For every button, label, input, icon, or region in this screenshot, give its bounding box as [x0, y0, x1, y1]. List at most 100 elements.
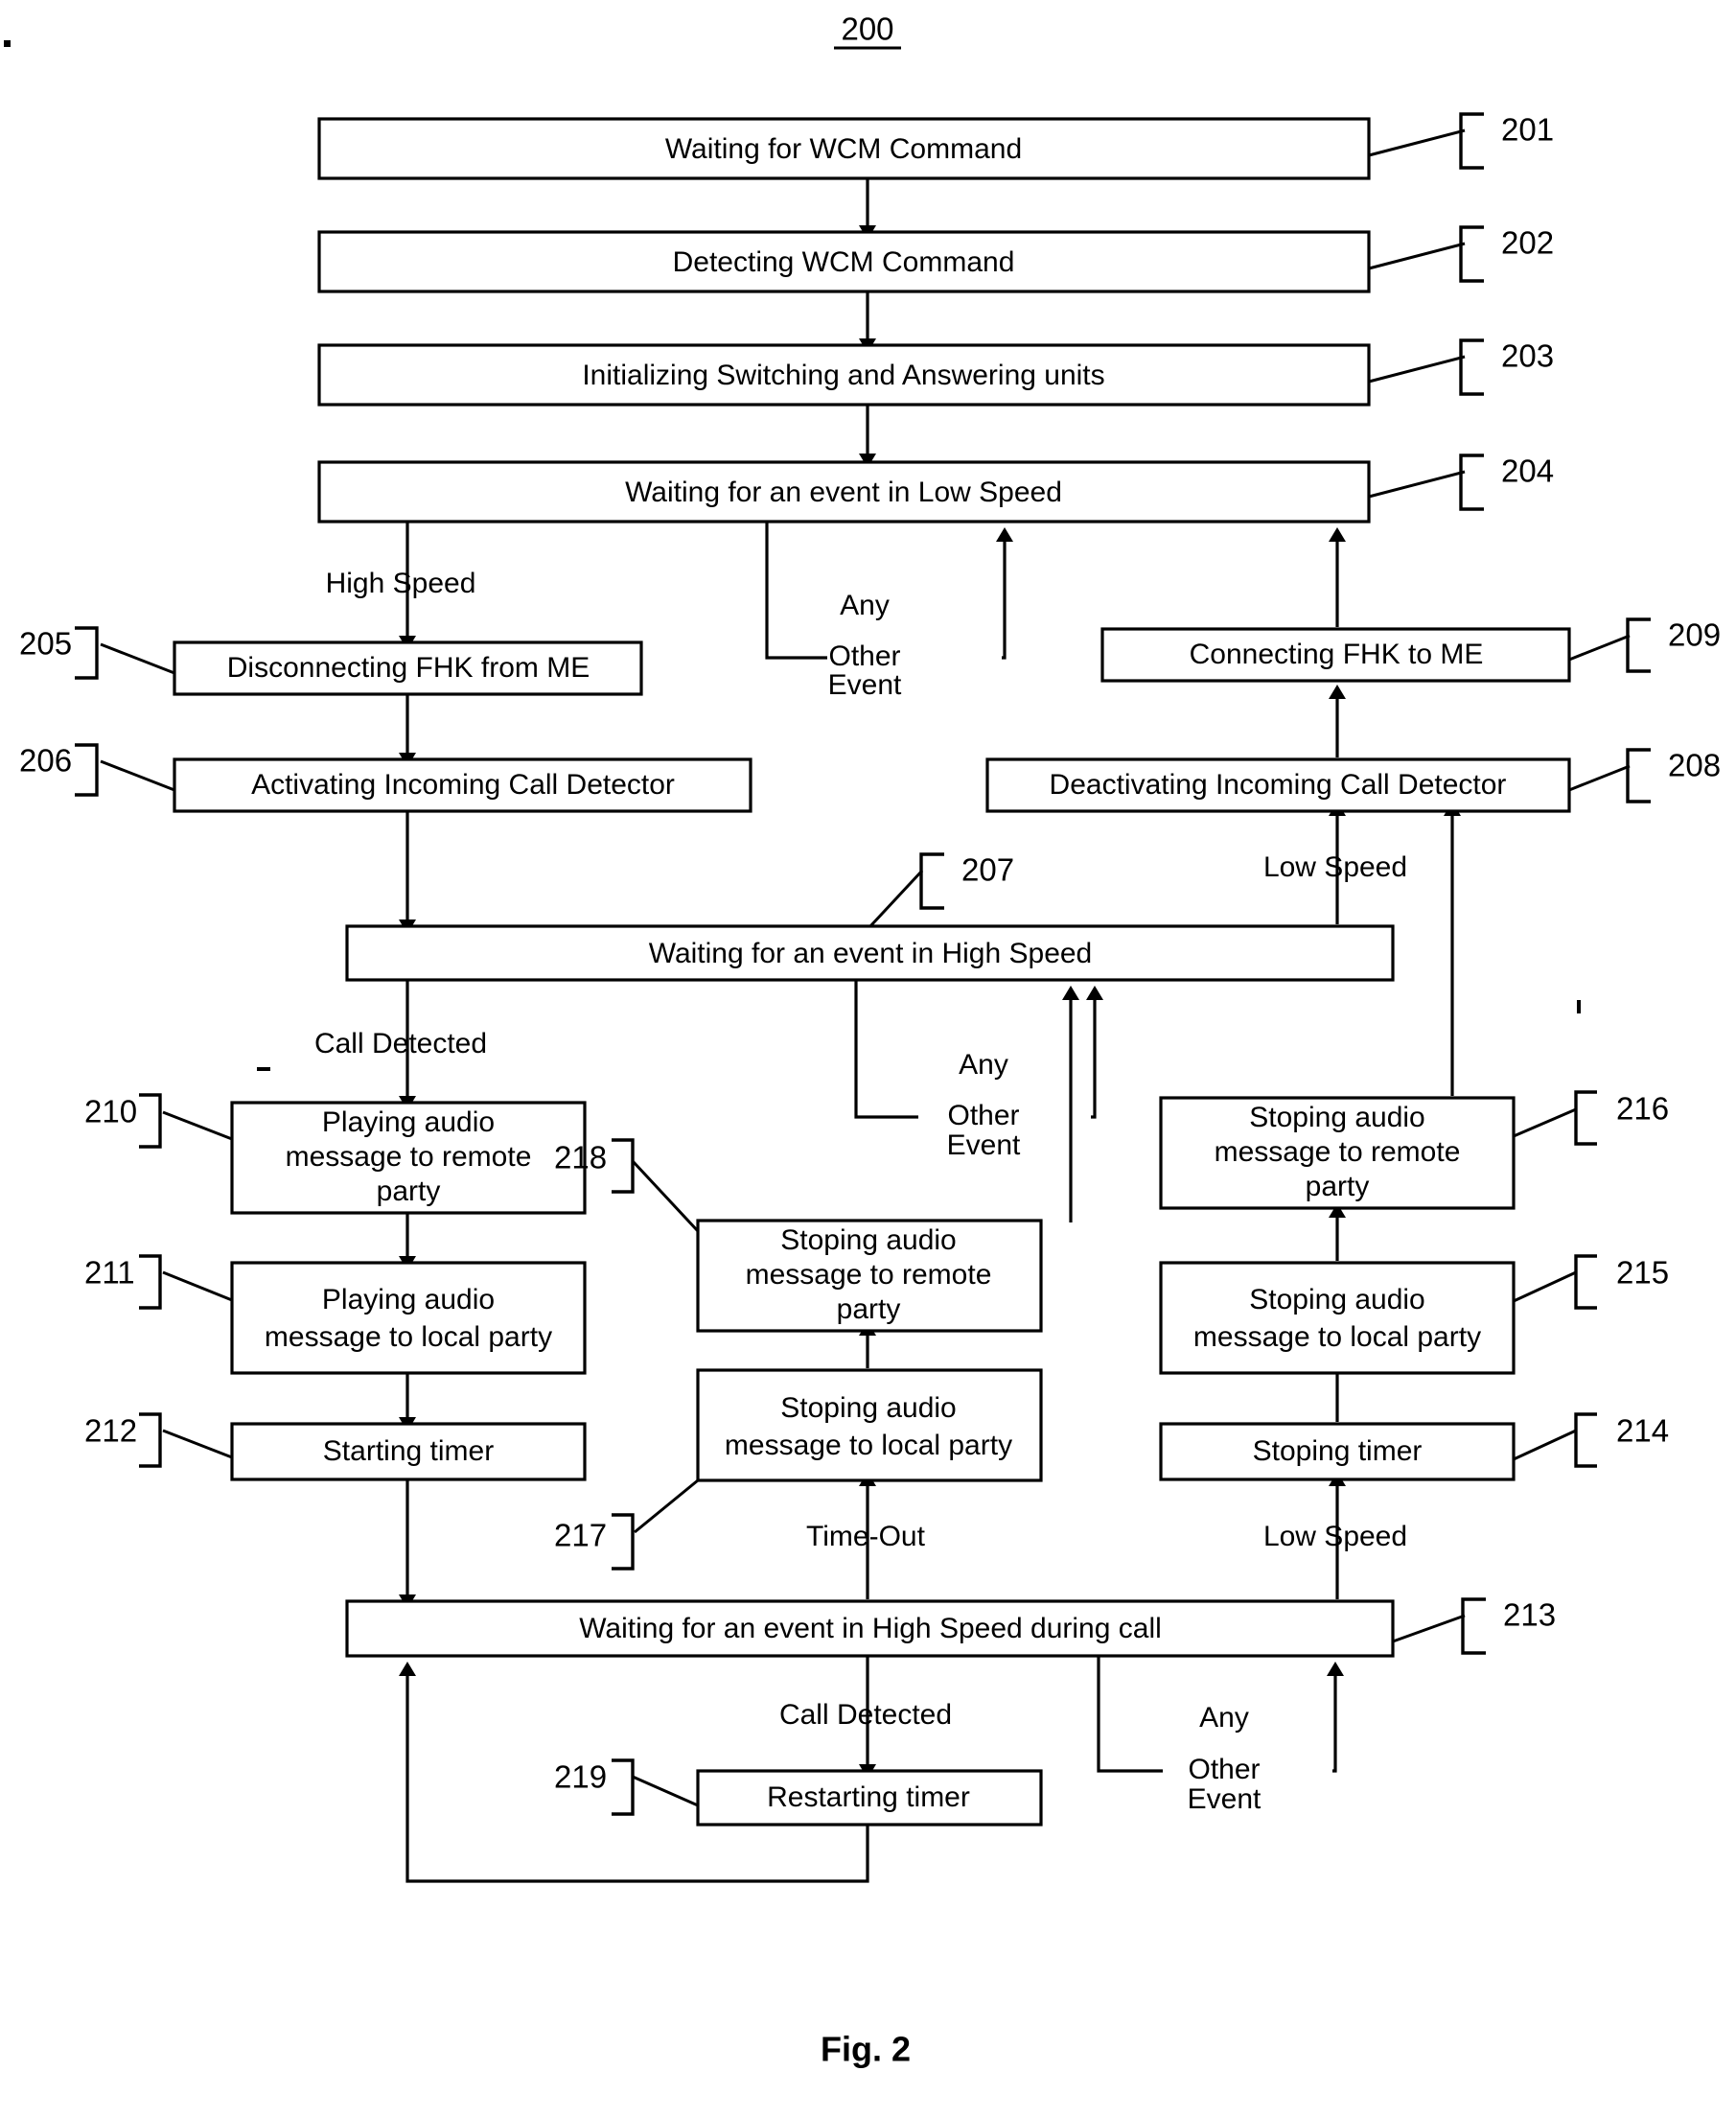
- node-211-box[interactable]: [230, 1261, 587, 1375]
- any-other-event-204-line1: Any: [840, 590, 890, 621]
- node-204-ref: 204: [1501, 454, 1554, 489]
- node-210-label-line2: message to remote: [286, 1141, 532, 1173]
- node-214[interactable]: Stoping timer 214: [1159, 1412, 1669, 1481]
- node-219-leader: [632, 1775, 699, 1807]
- node-213-ref: 213: [1503, 1597, 1556, 1633]
- node-207-leader: [868, 869, 924, 928]
- node-214-label: Stoping timer: [1253, 1435, 1423, 1467]
- node-201-ref: 201: [1501, 112, 1554, 148]
- node-217-leader: [634, 1478, 699, 1534]
- edge-207-loop-down: [854, 980, 918, 1119]
- node-218[interactable]: Stoping audio message to remote party 21…: [554, 1138, 1043, 1333]
- node-210-label-line3: party: [377, 1175, 441, 1207]
- node-202[interactable]: Detecting WCM Command 202: [317, 225, 1554, 293]
- node-215-leader: [1513, 1270, 1577, 1303]
- node-216-label-line2: message to remote: [1215, 1136, 1461, 1168]
- edge-label-call-detected-top: Call Detected: [314, 1028, 487, 1059]
- node-205-leader: [100, 642, 175, 675]
- node-203[interactable]: Initializing Switching and Answering uni…: [317, 338, 1554, 407]
- node-203-leader: [1368, 355, 1466, 384]
- edge-label-call-detected-bottom: Call Detected: [779, 1699, 952, 1731]
- node-209-leader: [1568, 634, 1631, 662]
- node-216-bracket: [1574, 1090, 1597, 1146]
- edge-204-loop-down: [765, 522, 827, 660]
- node-216-label-line1: Stoping audio: [1249, 1102, 1425, 1133]
- node-210-ref: 210: [84, 1094, 137, 1129]
- node-215-bracket: [1574, 1254, 1597, 1310]
- node-213-bracket: [1461, 1597, 1486, 1655]
- node-214-bracket: [1574, 1412, 1597, 1468]
- node-217-bracket: [612, 1513, 635, 1571]
- node-218-label-line2: message to remote: [746, 1259, 992, 1291]
- node-214-ref: 214: [1616, 1413, 1669, 1449]
- node-211-label-line1: Playing audio: [322, 1284, 495, 1315]
- node-212[interactable]: Starting timer 212: [84, 1412, 587, 1481]
- any-other-event-204-line2: Other: [828, 640, 900, 672]
- figure-number-text: 200: [841, 12, 893, 47]
- node-206[interactable]: Activating Incoming Call Detector 206: [19, 743, 752, 813]
- node-202-label: Detecting WCM Command: [673, 246, 1015, 278]
- node-213-label: Waiting for an event in High Speed durin…: [579, 1613, 1162, 1644]
- node-207-ref: 207: [961, 852, 1014, 888]
- node-204-label: Waiting for an event in Low Speed: [625, 477, 1062, 508]
- node-216-ref: 216: [1616, 1091, 1669, 1127]
- node-217-box[interactable]: [696, 1368, 1043, 1482]
- node-210-bracket: [139, 1093, 162, 1149]
- edge-label-any-other-event-207: Any Other Event: [947, 1049, 1021, 1161]
- node-211-label-line2: message to local party: [265, 1321, 552, 1353]
- node-215-label-line1: Stoping audio: [1249, 1284, 1425, 1315]
- node-210-label-line1: Playing audio: [322, 1106, 495, 1138]
- scan-artifacts: [4, 40, 1581, 1071]
- any-other-event-213-line3: Event: [1188, 1783, 1261, 1815]
- node-218-leader: [631, 1159, 700, 1233]
- node-209[interactable]: Connecting FHK to ME 209: [1100, 617, 1721, 683]
- node-214-leader: [1513, 1429, 1577, 1461]
- node-213[interactable]: Waiting for an event in High Speed durin…: [345, 1597, 1556, 1658]
- node-203-label: Initializing Switching and Answering uni…: [582, 360, 1104, 391]
- node-210-leader: [162, 1110, 233, 1141]
- node-218-label-line1: Stoping audio: [780, 1224, 957, 1256]
- node-216[interactable]: Stoping audio message to remote party 21…: [1159, 1090, 1669, 1210]
- node-208[interactable]: Deactivating Incoming Call Detector 208: [985, 748, 1721, 813]
- node-216-label-line3: party: [1306, 1171, 1370, 1202]
- node-212-ref: 212: [84, 1413, 137, 1449]
- node-215-box[interactable]: [1159, 1261, 1516, 1375]
- node-211[interactable]: Playing audio message to local party 211: [84, 1254, 587, 1375]
- node-204-bracket: [1459, 454, 1484, 511]
- edge-213-loop-down: [1097, 1656, 1163, 1773]
- node-211-ref: 211: [84, 1255, 135, 1291]
- node-215[interactable]: Stoping audio message to local party 215: [1159, 1254, 1669, 1375]
- node-207[interactable]: Waiting for an event in High Speed 207: [345, 852, 1395, 982]
- node-216-leader: [1513, 1107, 1577, 1138]
- node-211-leader: [162, 1270, 233, 1302]
- node-205-label: Disconnecting FHK from ME: [227, 652, 590, 684]
- node-204[interactable]: Waiting for an event in Low Speed 204: [317, 454, 1554, 524]
- node-209-label: Connecting FHK to ME: [1190, 639, 1484, 670]
- node-217[interactable]: Stoping audio message to local party 217: [554, 1368, 1043, 1571]
- node-215-ref: 215: [1616, 1255, 1669, 1291]
- node-201[interactable]: Waiting for WCM Command 201: [317, 112, 1554, 180]
- node-213-leader: [1392, 1614, 1466, 1643]
- node-206-ref: 206: [19, 743, 72, 779]
- flowchart-svg: 200 Waiting for WCM Command 201 Detectin…: [4, 12, 1721, 2069]
- node-219-bracket: [612, 1758, 635, 1816]
- node-212-leader: [162, 1429, 233, 1459]
- node-217-label-line2: message to local party: [725, 1430, 1012, 1461]
- node-219[interactable]: Restarting timer 219: [554, 1758, 1043, 1827]
- node-202-leader: [1368, 242, 1466, 270]
- node-210[interactable]: Playing audio message to remote party 21…: [84, 1093, 587, 1215]
- node-207-bracket: [919, 852, 944, 910]
- edge-213-loop-up: [1327, 1662, 1344, 1773]
- node-217-ref: 217: [554, 1518, 607, 1553]
- node-205[interactable]: Disconnecting FHK from ME 205: [19, 626, 643, 696]
- node-209-ref: 209: [1668, 617, 1721, 653]
- node-206-bracket: [75, 743, 99, 797]
- node-218-ref: 218: [554, 1140, 607, 1175]
- any-other-event-204-line3: Event: [828, 669, 902, 701]
- figure-caption: Fig. 2: [821, 2030, 911, 2069]
- node-211-bracket: [139, 1254, 162, 1310]
- edge-204-loop-up: [996, 527, 1013, 660]
- node-204-leader: [1368, 470, 1466, 499]
- node-208-ref: 208: [1668, 748, 1721, 783]
- node-215-label-line2: message to local party: [1193, 1321, 1481, 1353]
